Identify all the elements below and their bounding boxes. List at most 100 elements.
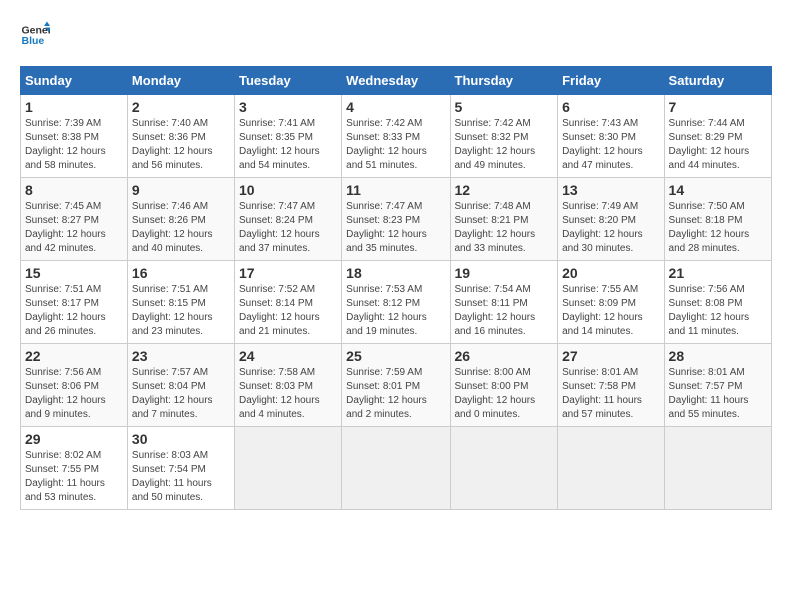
day-info: Sunrise: 7:54 AM Sunset: 8:11 PM Dayligh… — [455, 283, 554, 339]
calendar-cell: 20 Sunrise: 7:55 AM Sunset: 8:09 PM Dayli… — [558, 261, 664, 344]
calendar-cell: 22Sunrise: 7:56 AM Sunset: 8:06 PM Dayli… — [21, 344, 128, 427]
day-number: 11 — [346, 182, 445, 198]
day-info: Sunrise: 7:46 AM Sunset: 8:26 PM Dayligh… — [132, 200, 230, 256]
day-info: Sunrise: 7:53 AM Sunset: 8:12 PM Dayligh… — [346, 283, 445, 339]
day-info: Sunrise: 7:44 AM Sunset: 8:29 PM Dayligh… — [669, 117, 767, 173]
day-info: Sunrise: 7:41 AM Sunset: 8:35 PM Dayligh… — [239, 117, 337, 173]
day-number: 4 — [346, 99, 445, 115]
calendar-row: 1 Sunrise: 7:39 AM Sunset: 8:38 PM Daylig… — [21, 95, 772, 178]
calendar-cell: 27 Sunrise: 8:01 AM Sunset: 7:58 PM Dayli… — [558, 344, 664, 427]
day-number: 19 — [455, 265, 554, 281]
calendar-cell — [234, 427, 341, 510]
calendar-cell: 30 Sunrise: 8:03 AM Sunset: 7:54 PM Dayli… — [127, 427, 234, 510]
calendar-cell: 6 Sunrise: 7:43 AM Sunset: 8:30 PM Daylig… — [558, 95, 664, 178]
calendar-cell: 17Sunrise: 7:52 AM Sunset: 8:14 PM Dayli… — [234, 261, 341, 344]
day-number: 14 — [669, 182, 767, 198]
calendar-cell: 25Sunrise: 7:59 AM Sunset: 8:01 PM Dayli… — [342, 344, 450, 427]
calendar-cell: 26 Sunrise: 8:00 AM Sunset: 8:00 PM Dayli… — [450, 344, 558, 427]
day-info: Sunrise: 7:47 AM Sunset: 8:24 PM Dayligh… — [239, 200, 337, 256]
day-info: Sunrise: 7:59 AM Sunset: 8:01 PM Dayligh… — [346, 366, 445, 422]
day-number: 8 — [25, 182, 123, 198]
calendar-cell — [558, 427, 664, 510]
day-number: 15 — [25, 265, 123, 281]
day-info: Sunrise: 7:51 AM Sunset: 8:17 PM Dayligh… — [25, 283, 123, 339]
day-info: Sunrise: 7:40 AM Sunset: 8:36 PM Dayligh… — [132, 117, 230, 173]
calendar-cell: 3 Sunrise: 7:41 AM Sunset: 8:35 PM Daylig… — [234, 95, 341, 178]
calendar-cell: 11 Sunrise: 7:47 AM Sunset: 8:23 PM Dayli… — [342, 178, 450, 261]
calendar-cell: 16 Sunrise: 7:51 AM Sunset: 8:15 PM Dayli… — [127, 261, 234, 344]
calendar-cell — [342, 427, 450, 510]
header-thursday: Thursday — [450, 67, 558, 95]
day-info: Sunrise: 7:49 AM Sunset: 8:20 PM Dayligh… — [562, 200, 659, 256]
day-info: Sunrise: 8:03 AM Sunset: 7:54 PM Dayligh… — [132, 449, 230, 505]
day-number: 13 — [562, 182, 659, 198]
calendar-cell: 14Sunrise: 7:50 AM Sunset: 8:18 PM Dayli… — [664, 178, 771, 261]
calendar-row: 22Sunrise: 7:56 AM Sunset: 8:06 PM Dayli… — [21, 344, 772, 427]
calendar-cell: 10 Sunrise: 7:47 AM Sunset: 8:24 PM Dayli… — [234, 178, 341, 261]
header-saturday: Saturday — [664, 67, 771, 95]
day-number: 18 — [346, 265, 445, 281]
day-number: 27 — [562, 348, 659, 364]
calendar-table: SundayMondayTuesdayWednesdayThursdayFrid… — [20, 66, 772, 510]
day-info: Sunrise: 8:01 AM Sunset: 7:58 PM Dayligh… — [562, 366, 659, 422]
day-number: 30 — [132, 431, 230, 447]
calendar-cell: 7 Sunrise: 7:44 AM Sunset: 8:29 PM Daylig… — [664, 95, 771, 178]
header-friday: Friday — [558, 67, 664, 95]
day-info: Sunrise: 7:42 AM Sunset: 8:33 PM Dayligh… — [346, 117, 445, 173]
header-tuesday: Tuesday — [234, 67, 341, 95]
calendar-cell: 29Sunrise: 8:02 AM Sunset: 7:55 PM Dayli… — [21, 427, 128, 510]
day-number: 9 — [132, 182, 230, 198]
day-number: 6 — [562, 99, 659, 115]
calendar-row: 8 Sunrise: 7:45 AM Sunset: 8:27 PM Daylig… — [21, 178, 772, 261]
calendar-cell: 4 Sunrise: 7:42 AM Sunset: 8:33 PM Daylig… — [342, 95, 450, 178]
day-number: 26 — [455, 348, 554, 364]
day-info: Sunrise: 7:56 AM Sunset: 8:08 PM Dayligh… — [669, 283, 767, 339]
calendar-cell: 19 Sunrise: 7:54 AM Sunset: 8:11 PM Dayli… — [450, 261, 558, 344]
svg-text:Blue: Blue — [22, 35, 45, 47]
calendar-cell — [450, 427, 558, 510]
logo-icon: General Blue — [20, 20, 50, 50]
day-info: Sunrise: 7:47 AM Sunset: 8:23 PM Dayligh… — [346, 200, 445, 256]
day-number: 10 — [239, 182, 337, 198]
day-info: Sunrise: 8:02 AM Sunset: 7:55 PM Dayligh… — [25, 449, 123, 505]
header-wednesday: Wednesday — [342, 67, 450, 95]
day-number: 5 — [455, 99, 554, 115]
calendar-cell: 12Sunrise: 7:48 AM Sunset: 8:21 PM Dayli… — [450, 178, 558, 261]
calendar-header-row: SundayMondayTuesdayWednesdayThursdayFrid… — [21, 67, 772, 95]
day-number: 1 — [25, 99, 123, 115]
calendar-cell: 24Sunrise: 7:58 AM Sunset: 8:03 PM Dayli… — [234, 344, 341, 427]
day-number: 16 — [132, 265, 230, 281]
calendar-cell: 15 Sunrise: 7:51 AM Sunset: 8:17 PM Dayli… — [21, 261, 128, 344]
day-info: Sunrise: 7:42 AM Sunset: 8:32 PM Dayligh… — [455, 117, 554, 173]
day-info: Sunrise: 7:55 AM Sunset: 8:09 PM Dayligh… — [562, 283, 659, 339]
day-number: 28 — [669, 348, 767, 364]
day-number: 20 — [562, 265, 659, 281]
calendar-cell: 21 Sunrise: 7:56 AM Sunset: 8:08 PM Dayli… — [664, 261, 771, 344]
calendar-row: 15 Sunrise: 7:51 AM Sunset: 8:17 PM Dayli… — [21, 261, 772, 344]
calendar-cell: 2 Sunrise: 7:40 AM Sunset: 8:36 PM Daylig… — [127, 95, 234, 178]
calendar-cell: 18 Sunrise: 7:53 AM Sunset: 8:12 PM Dayli… — [342, 261, 450, 344]
day-info: Sunrise: 7:45 AM Sunset: 8:27 PM Dayligh… — [25, 200, 123, 256]
day-number: 17 — [239, 265, 337, 281]
header-monday: Monday — [127, 67, 234, 95]
day-number: 2 — [132, 99, 230, 115]
day-info: Sunrise: 7:39 AM Sunset: 8:38 PM Dayligh… — [25, 117, 123, 173]
calendar-row: 29Sunrise: 8:02 AM Sunset: 7:55 PM Dayli… — [21, 427, 772, 510]
day-info: Sunrise: 7:57 AM Sunset: 8:04 PM Dayligh… — [132, 366, 230, 422]
day-number: 21 — [669, 265, 767, 281]
day-number: 7 — [669, 99, 767, 115]
day-number: 23 — [132, 348, 230, 364]
day-number: 3 — [239, 99, 337, 115]
day-info: Sunrise: 7:51 AM Sunset: 8:15 PM Dayligh… — [132, 283, 230, 339]
calendar-cell: 28Sunrise: 8:01 AM Sunset: 7:57 PM Dayli… — [664, 344, 771, 427]
day-info: Sunrise: 7:43 AM Sunset: 8:30 PM Dayligh… — [562, 117, 659, 173]
calendar-cell: 9 Sunrise: 7:46 AM Sunset: 8:26 PM Daylig… — [127, 178, 234, 261]
day-info: Sunrise: 7:56 AM Sunset: 8:06 PM Dayligh… — [25, 366, 123, 422]
calendar-cell: 5 Sunrise: 7:42 AM Sunset: 8:32 PM Daylig… — [450, 95, 558, 178]
calendar-cell: 8 Sunrise: 7:45 AM Sunset: 8:27 PM Daylig… — [21, 178, 128, 261]
calendar-cell: 13 Sunrise: 7:49 AM Sunset: 8:20 PM Dayli… — [558, 178, 664, 261]
calendar-cell — [664, 427, 771, 510]
logo: General Blue — [20, 20, 54, 50]
day-info: Sunrise: 8:00 AM Sunset: 8:00 PM Dayligh… — [455, 366, 554, 422]
day-number: 24 — [239, 348, 337, 364]
